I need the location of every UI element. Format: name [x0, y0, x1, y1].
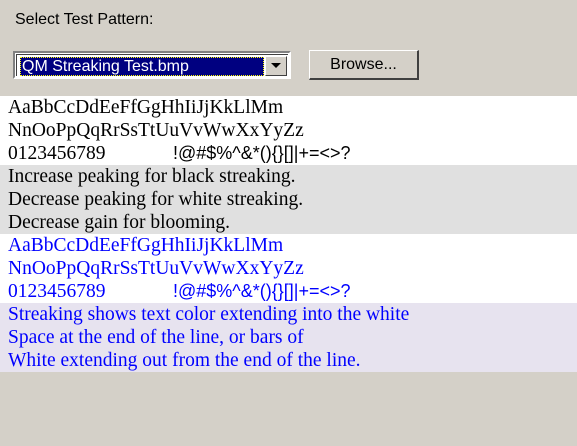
- black-symbols: !@#$%^&*(){}[]|+=<>?: [173, 143, 351, 163]
- select-test-pattern-label: Select Test Pattern:: [15, 11, 154, 28]
- blue-alphabet-line-1: AaBbCcDdEeFfGgHhIiJjKkLlMm: [0, 234, 577, 257]
- black-digits-symbols-line: 0123456789 !@#$%^&*(){}[]|+=<>?: [0, 142, 577, 165]
- explanation-line-3: White extending out from the end of the …: [0, 349, 577, 372]
- test-pattern-dropdown[interactable]: QM Streaking Test.bmp: [13, 51, 291, 79]
- browse-button[interactable]: Browse...: [309, 50, 419, 80]
- blue-digits: 0123456789: [8, 281, 106, 302]
- dropdown-arrow-button[interactable]: [265, 56, 287, 76]
- blue-digits-symbols-line: 0123456789 !@#$%^&*(){}[]|+=<>?: [0, 280, 577, 303]
- instruction-line-3: Decrease gain for blooming.: [0, 211, 577, 234]
- instruction-line-1: Increase peaking for black streaking.: [0, 165, 577, 188]
- dropdown-inner: QM Streaking Test.bmp: [16, 54, 288, 76]
- explanation-line-1: Streaking shows text color extending int…: [0, 303, 577, 326]
- blue-alphabet-line-2: NnOoPpQqRrSsTtUuVvWwXxYyZz: [0, 257, 577, 280]
- test-pattern-panel: Select Test Pattern: QM Streaking Test.b…: [0, 0, 577, 446]
- black-alphabet-line-2: NnOoPpQqRrSsTtUuVvWwXxYyZz: [0, 119, 577, 142]
- blue-symbols: !@#$%^&*(){}[]|+=<>?: [173, 281, 351, 301]
- black-alphabet-line-1: AaBbCcDdEeFfGgHhIiJjKkLlMm: [0, 96, 577, 119]
- test-pattern-text-area: AaBbCcDdEeFfGgHhIiJjKkLlMm NnOoPpQqRrSsT…: [0, 96, 577, 372]
- black-digits: 0123456789: [8, 143, 106, 164]
- dropdown-selected-value[interactable]: QM Streaking Test.bmp: [20, 57, 264, 76]
- chevron-down-icon: [271, 63, 281, 68]
- instruction-line-2: Decrease peaking for white streaking.: [0, 188, 577, 211]
- explanation-line-2: Space at the end of the line, or bars of: [0, 326, 577, 349]
